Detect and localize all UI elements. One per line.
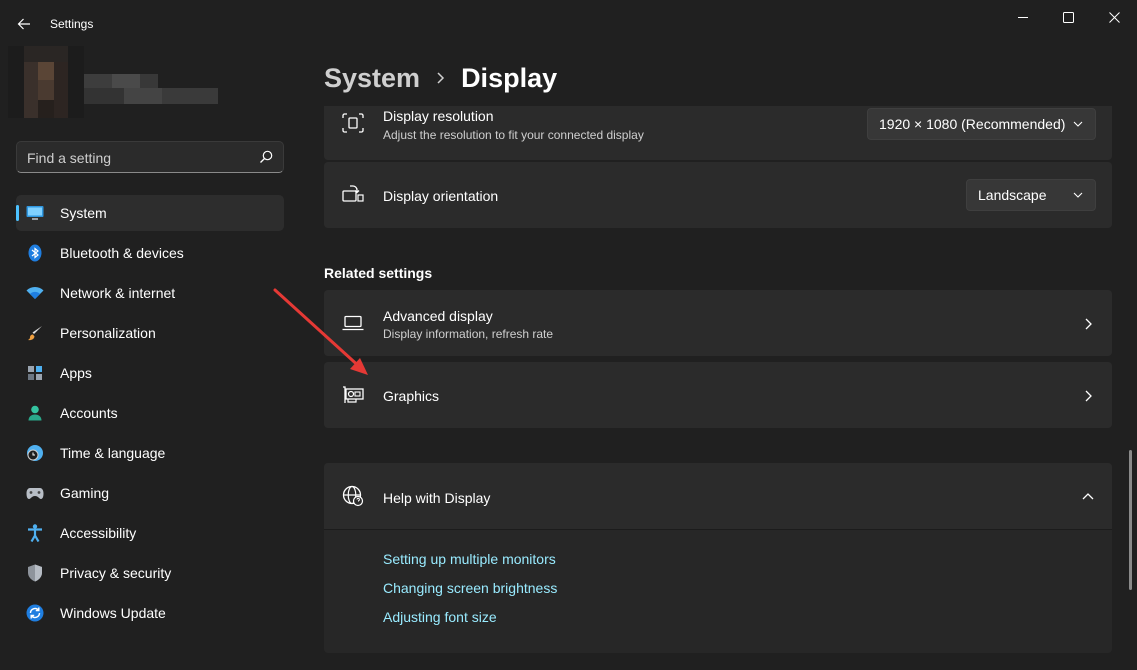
search-box[interactable]: [16, 141, 284, 173]
help-link-multiple-monitors[interactable]: Setting up multiple monitors: [383, 551, 557, 567]
breadcrumb: System Display: [324, 58, 557, 98]
content-scrollbar[interactable]: [1129, 450, 1132, 590]
minimize-icon: [1018, 17, 1028, 18]
sidebar-item-label: System: [60, 205, 107, 221]
update-icon: [26, 604, 44, 622]
orientation-dropdown[interactable]: Landscape: [966, 179, 1096, 211]
related-settings-heading: Related settings: [324, 265, 433, 281]
graphics-title: Graphics: [383, 388, 440, 404]
monitor-icon: [26, 204, 44, 222]
globe-icon: [342, 485, 364, 507]
help-links: Setting up multiple monitors Changing sc…: [383, 551, 557, 638]
wifi-icon: [26, 284, 44, 302]
sidebar-item-label: Network & internet: [60, 285, 176, 301]
display-resolution-card: Display resolution Adjust the resolution…: [324, 106, 1112, 160]
orientation-icon: [342, 184, 364, 206]
sidebar-item-system[interactable]: System: [16, 195, 284, 231]
display-resolution-title: Display resolution: [383, 108, 494, 124]
profile-name-redacted: [84, 74, 218, 104]
avatar: [8, 46, 84, 118]
sidebar-item-accessibility[interactable]: Accessibility: [16, 515, 284, 551]
help-link-font-size[interactable]: Adjusting font size: [383, 609, 557, 625]
chevron-down-icon: [1073, 121, 1083, 127]
sidebar-item-personalization[interactable]: Personalization: [16, 315, 284, 351]
chevron-down-icon: [1073, 192, 1083, 198]
chevron-right-icon: [1085, 390, 1092, 402]
brush-icon: [26, 324, 44, 342]
sidebar-item-label: Personalization: [60, 325, 156, 341]
breadcrumb-parent[interactable]: System: [324, 63, 420, 94]
sidebar-nav: System Bluetooth & devices Network & int…: [16, 195, 284, 635]
advanced-display-title: Advanced display: [383, 308, 493, 324]
laptop-icon: [342, 312, 364, 334]
sidebar-item-network[interactable]: Network & internet: [16, 275, 284, 311]
person-icon: [26, 404, 44, 422]
orientation-value: Landscape: [978, 187, 1047, 203]
display-orientation-card: Display orientation Landscape: [324, 162, 1112, 228]
sidebar-item-label: Accessibility: [60, 525, 137, 541]
sidebar-item-bluetooth[interactable]: Bluetooth & devices: [16, 235, 284, 271]
back-button[interactable]: [14, 14, 34, 34]
sidebar-item-apps[interactable]: Apps: [16, 355, 284, 391]
close-button[interactable]: [1091, 4, 1137, 30]
resolution-dropdown[interactable]: 1920 × 1080 (Recommended): [867, 108, 1096, 140]
shield-icon: [26, 564, 44, 582]
minimize-button[interactable]: [1000, 4, 1046, 30]
resolution-icon: [342, 112, 364, 134]
sidebar-item-gaming[interactable]: Gaming: [16, 475, 284, 511]
graphics-card-icon: [342, 384, 364, 406]
advanced-display-subtitle: Display information, refresh rate: [383, 327, 554, 341]
sidebar-item-accounts[interactable]: Accounts: [16, 395, 284, 431]
settings-content: Display resolution Adjust the resolution…: [324, 106, 1114, 670]
close-icon: [1108, 11, 1120, 23]
sidebar-item-windows-update[interactable]: Windows Update: [16, 595, 284, 631]
chevron-right-icon: [436, 72, 445, 84]
search-input[interactable]: [27, 148, 247, 168]
chevron-right-icon: [1085, 318, 1092, 330]
window-title: Settings: [50, 17, 94, 31]
accessibility-icon: [26, 524, 44, 542]
maximize-icon: [1062, 11, 1074, 23]
clock-globe-icon: [26, 444, 44, 462]
sidebar-item-label: Gaming: [60, 485, 110, 501]
page-title: Display: [461, 62, 558, 93]
search-icon[interactable]: [259, 150, 273, 164]
help-with-display-title: Help with Display: [383, 490, 491, 506]
sidebar-item-time-language[interactable]: Time & language: [16, 435, 284, 471]
sidebar-item-label: Time & language: [60, 445, 166, 461]
help-with-display-card: Help with Display Setting up multiple mo…: [324, 463, 1112, 653]
sidebar-item-label: Apps: [60, 365, 92, 381]
resolution-value: 1920 × 1080 (Recommended): [879, 116, 1066, 132]
chevron-up-icon[interactable]: [1082, 491, 1094, 503]
back-arrow-icon: [17, 18, 30, 30]
sidebar-item-label: Privacy & security: [60, 565, 172, 581]
sidebar-item-label: Windows Update: [60, 605, 166, 621]
advanced-display-card[interactable]: Advanced display Display information, re…: [324, 290, 1112, 356]
maximize-button[interactable]: [1045, 4, 1091, 30]
display-orientation-title: Display orientation: [383, 188, 499, 204]
gamepad-icon: [26, 484, 44, 502]
apps-icon: [26, 364, 44, 382]
sidebar-item-label: Accounts: [60, 405, 118, 421]
sidebar-item-privacy[interactable]: Privacy & security: [16, 555, 284, 591]
display-resolution-subtitle: Adjust the resolution to fit your connec…: [383, 128, 644, 142]
graphics-card[interactable]: Graphics: [324, 362, 1112, 428]
sidebar-item-label: Bluetooth & devices: [60, 245, 184, 261]
help-with-display-header[interactable]: Help with Display: [324, 463, 1112, 530]
title-bar: Settings: [0, 0, 1137, 48]
bluetooth-icon: [26, 244, 44, 262]
help-link-screen-brightness[interactable]: Changing screen brightness: [383, 580, 557, 596]
